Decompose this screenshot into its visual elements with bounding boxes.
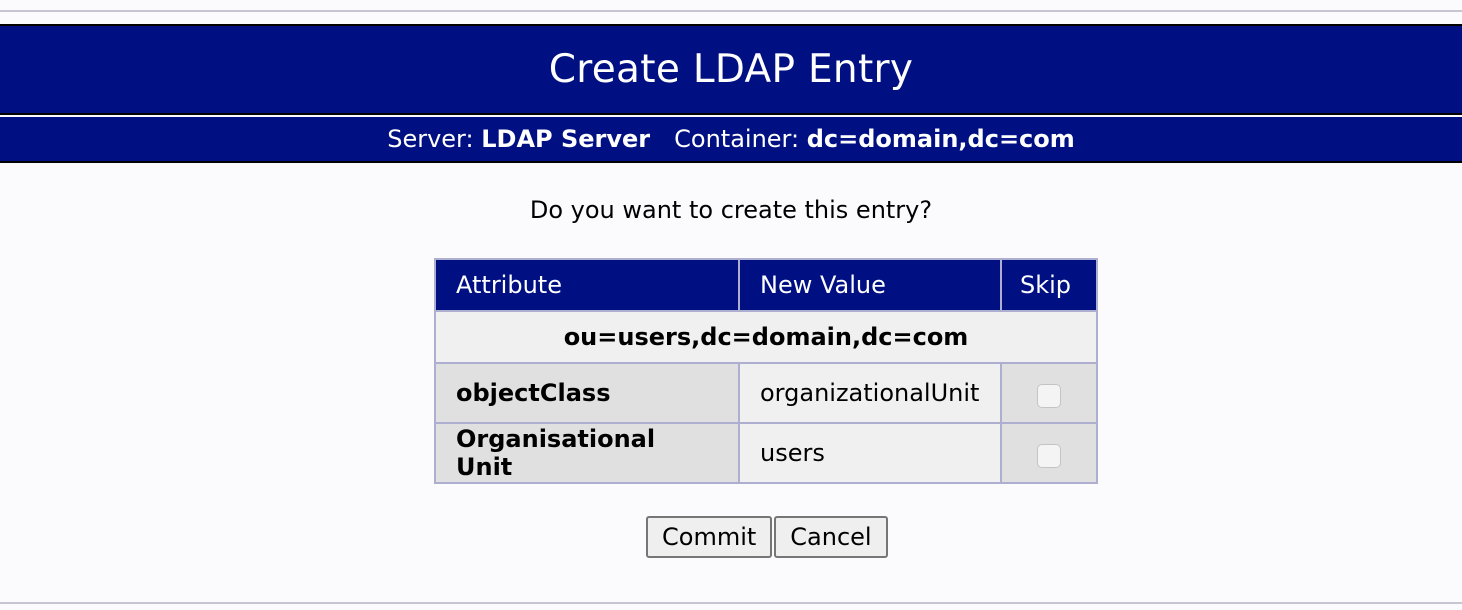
entry-table: Attribute New Value Skip ou=users,dc=dom… (434, 258, 1098, 484)
column-header-new-value: New Value (738, 258, 1002, 312)
bottom-divider (0, 602, 1462, 604)
server-value: LDAP Server (481, 125, 651, 153)
skip-cell (1000, 422, 1098, 484)
skip-checkbox-ou[interactable] (1037, 443, 1061, 468)
attribute-value: organizationalUnit (738, 362, 1002, 424)
column-header-attribute: Attribute (434, 258, 740, 312)
table-header-row: Attribute New Value Skip (434, 258, 1098, 312)
skip-checkbox-objectclass[interactable] (1037, 383, 1061, 408)
table-row: Organisational Unit users (434, 422, 1098, 484)
context-bar: Server: LDAP Server Container: dc=domain… (0, 117, 1462, 163)
skip-cell (1000, 362, 1098, 424)
page-title: Create LDAP Entry (548, 47, 914, 92)
attribute-name: objectClass (434, 362, 740, 424)
entry-dn: ou=users,dc=domain,dc=com (434, 310, 1098, 364)
table-row: objectClass organizationalUnit (434, 362, 1098, 424)
cancel-button[interactable]: Cancel (774, 516, 888, 558)
container-label: Container: (674, 125, 800, 153)
server-label: Server: (387, 125, 474, 153)
container-value: dc=domain,dc=com (806, 125, 1075, 153)
commit-button[interactable]: Commit (646, 516, 773, 558)
dn-row: ou=users,dc=domain,dc=com (434, 310, 1098, 364)
title-bar: Create LDAP Entry (0, 24, 1462, 115)
action-buttons: Commit Cancel (646, 516, 890, 558)
column-header-skip: Skip (1000, 258, 1098, 312)
attribute-name: Organisational Unit (434, 422, 740, 484)
top-divider (0, 10, 1462, 12)
attribute-value: users (738, 422, 1002, 484)
confirm-question: Do you want to create this entry? (529, 196, 933, 224)
